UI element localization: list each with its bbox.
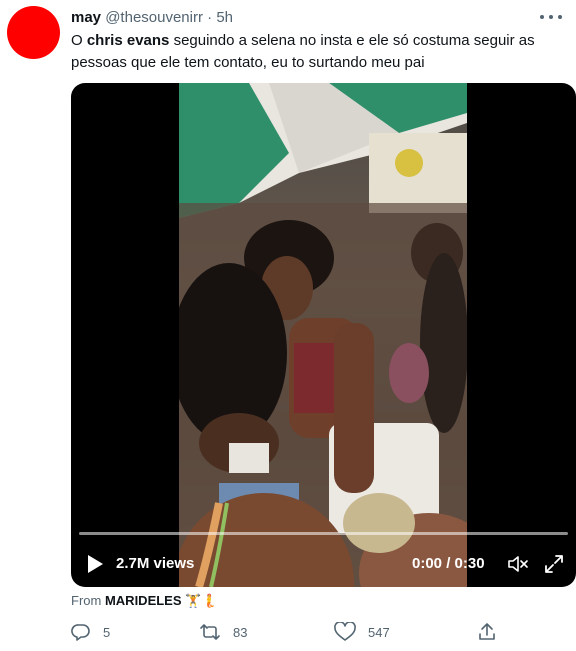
source-attribution: From MARIDELES 🏋️🧜 bbox=[71, 593, 218, 609]
video-player[interactable]: 2.7M views 0:00 / 0:30 bbox=[71, 83, 576, 587]
reply-count: 5 bbox=[103, 624, 111, 640]
video-time: 0:00 / 0:30 bbox=[412, 555, 485, 572]
play-icon[interactable] bbox=[86, 554, 104, 574]
heart-icon bbox=[334, 622, 356, 641]
source-name[interactable]: MARIDELES bbox=[105, 593, 182, 608]
source-emoji: 🏋️🧜 bbox=[185, 593, 218, 608]
share-button[interactable] bbox=[477, 621, 497, 643]
tweet-text-start: O bbox=[71, 32, 87, 49]
retweet-button[interactable]: 83 bbox=[199, 621, 247, 643]
source-prefix: From bbox=[71, 593, 102, 608]
tweet-text: O chris evans seguindo a selena no insta… bbox=[71, 30, 551, 74]
retweet-count: 83 bbox=[233, 624, 248, 640]
more-icon[interactable] bbox=[540, 10, 562, 24]
view-count: 2.7M views bbox=[116, 555, 195, 572]
share-icon bbox=[479, 623, 495, 640]
reply-icon bbox=[71, 624, 90, 641]
user-handle[interactable]: @thesouvenirr bbox=[105, 9, 203, 26]
retweet-icon bbox=[200, 624, 220, 640]
reply-button[interactable]: 5 bbox=[71, 621, 110, 643]
tweet-actions: 5 83 547 bbox=[71, 621, 501, 643]
like-count: 547 bbox=[368, 624, 390, 640]
fullscreen-icon[interactable] bbox=[543, 553, 565, 575]
timestamp[interactable]: 5h bbox=[216, 9, 233, 26]
display-name[interactable]: may bbox=[71, 9, 101, 26]
tweet-header: may @thesouvenirr · 5h bbox=[71, 9, 556, 27]
tweet-text-bold: chris evans bbox=[86, 32, 170, 49]
like-button[interactable]: 547 bbox=[334, 621, 390, 643]
avatar[interactable] bbox=[7, 6, 60, 59]
video-frame[interactable] bbox=[179, 83, 467, 587]
separator: · bbox=[207, 9, 213, 26]
progress-bar[interactable] bbox=[79, 532, 568, 535]
volume-icon[interactable] bbox=[507, 555, 529, 573]
video-still-image bbox=[179, 83, 467, 587]
